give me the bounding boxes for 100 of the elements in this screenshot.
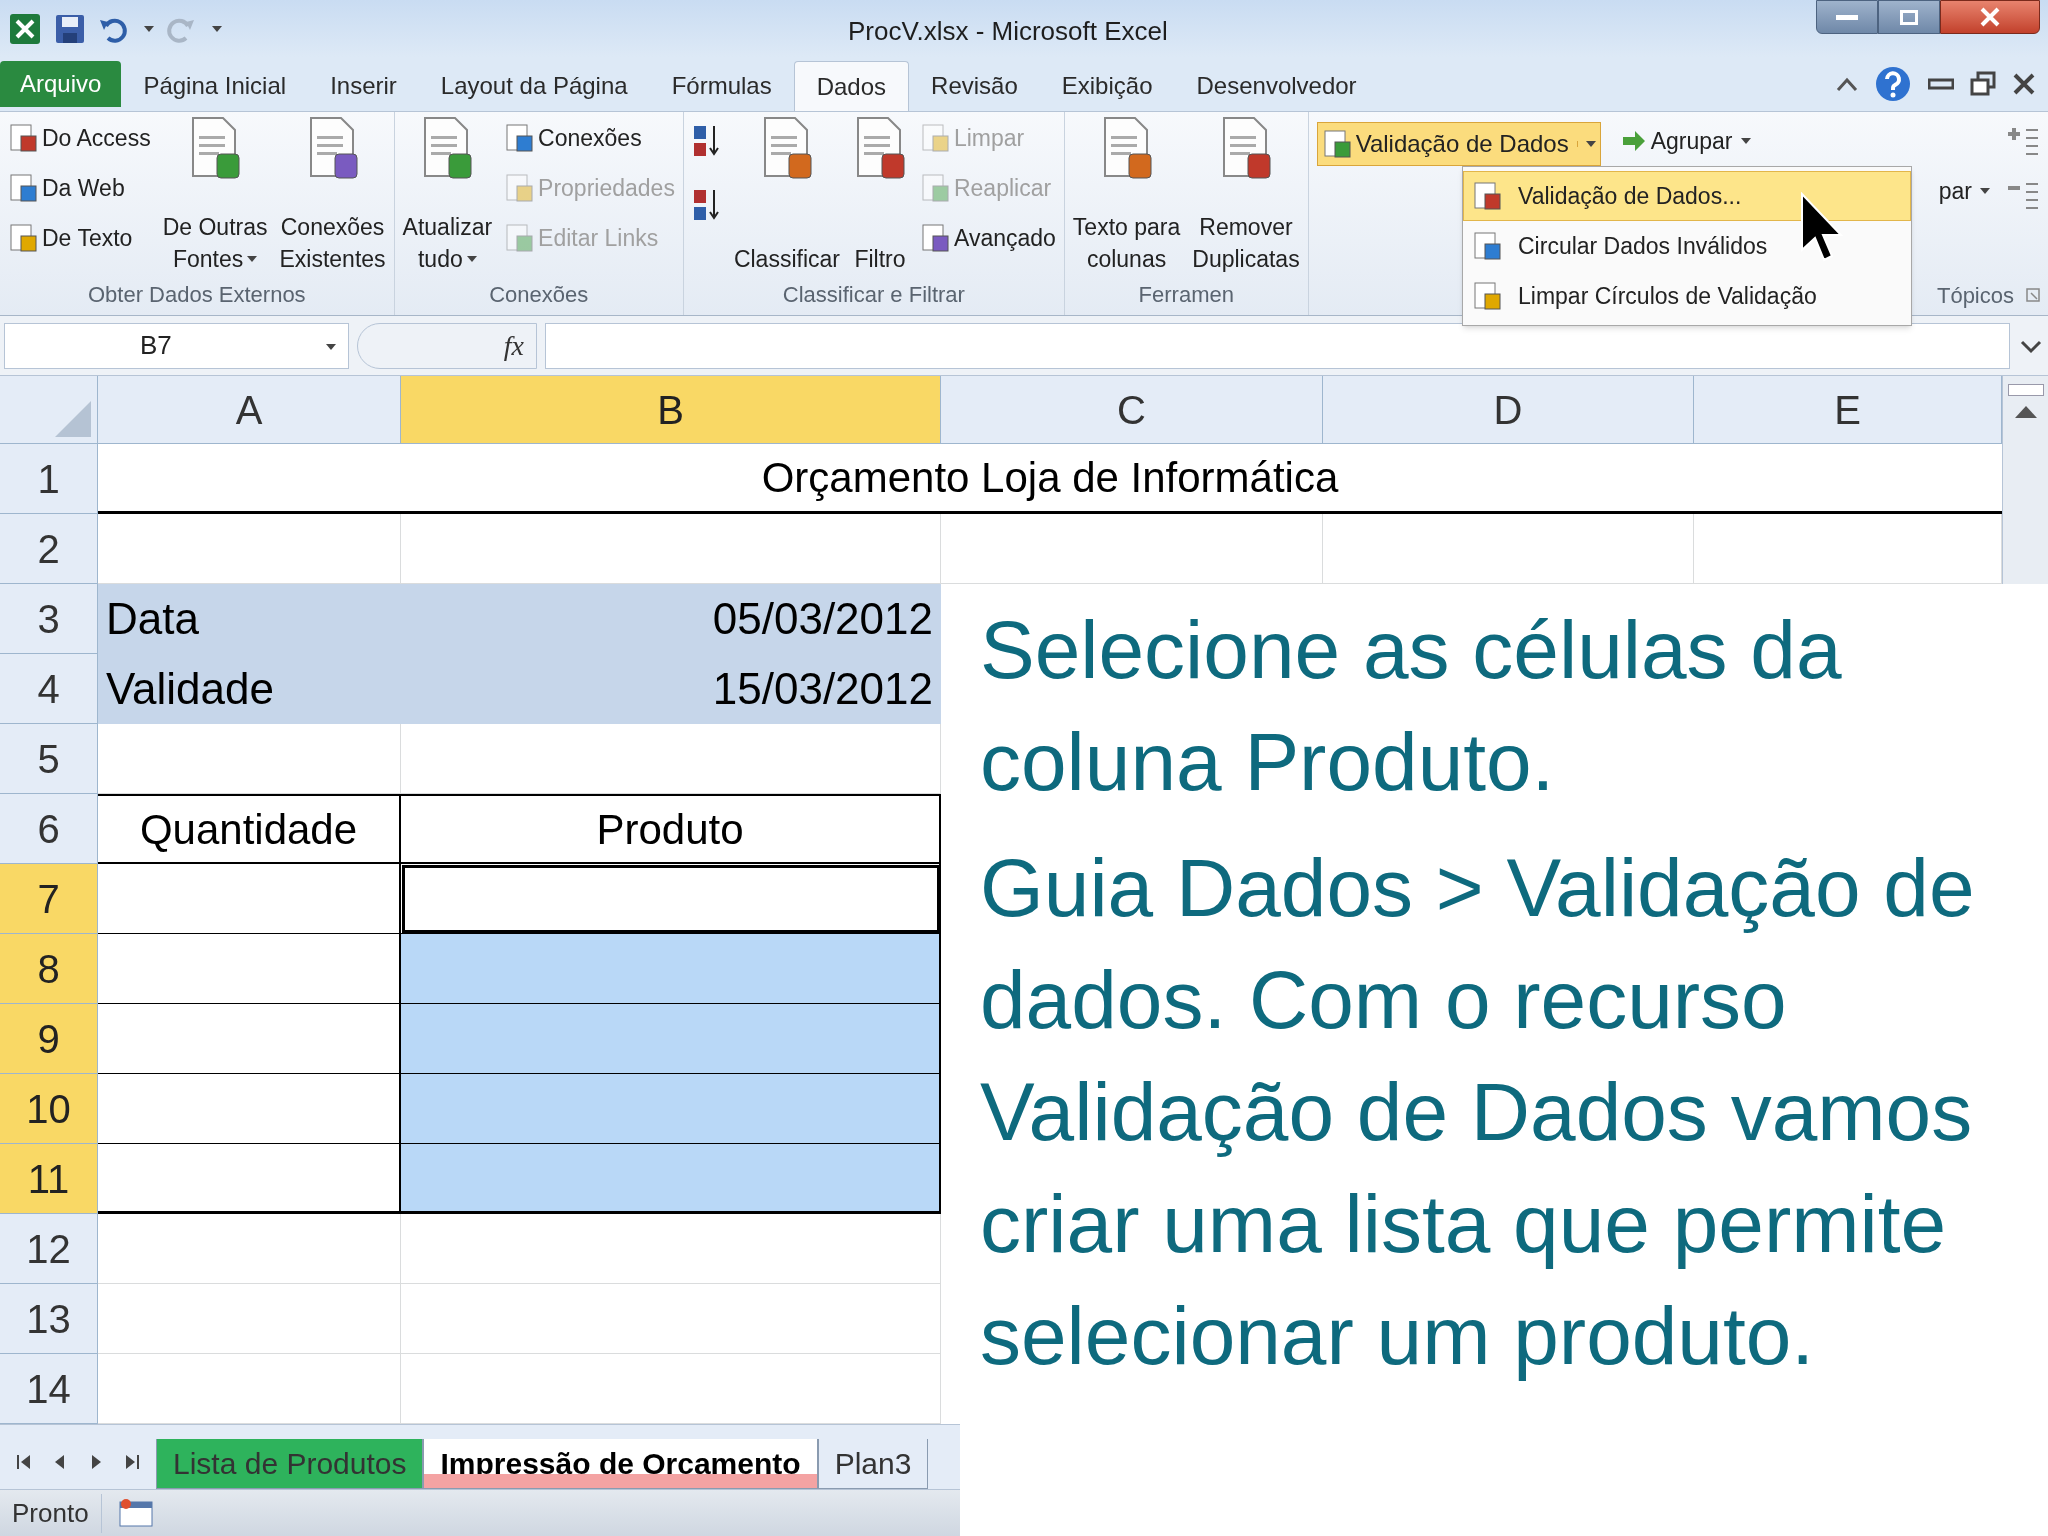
column-header[interactable]: B <box>401 376 941 443</box>
show-detail-icon[interactable] <box>2006 126 2040 156</box>
last-sheet-icon[interactable] <box>124 1452 140 1471</box>
column-header[interactable]: E <box>1694 376 2002 443</box>
ribbon-button[interactable]: Avançado <box>919 216 1056 260</box>
grid-cell[interactable] <box>98 1214 401 1284</box>
group-label: Obter Dados Externos <box>86 281 307 309</box>
ribbon-tab[interactable]: Exibição <box>1039 61 1175 111</box>
document-icon <box>919 173 950 203</box>
row-header[interactable]: 4 <box>0 654 98 724</box>
ribbon-large-button[interactable]: De Outras Fontes <box>162 116 268 275</box>
column-header[interactable]: A <box>98 376 401 443</box>
grid-cell[interactable] <box>98 1284 401 1354</box>
name-box[interactable]: B7 <box>4 322 349 369</box>
save-icon[interactable] <box>54 12 86 45</box>
document-icon <box>1472 281 1502 311</box>
row-header[interactable]: 13 <box>0 1284 98 1354</box>
column-header[interactable]: D <box>1323 376 1694 443</box>
status-text: Pronto <box>0 1493 102 1533</box>
macro-record-icon[interactable] <box>117 1498 154 1528</box>
row-header[interactable]: 6 <box>0 794 98 864</box>
document-icon <box>8 123 38 153</box>
grid-cell[interactable] <box>401 724 941 794</box>
ribbon-button[interactable]: par <box>1938 172 1990 210</box>
grid-cell[interactable] <box>401 1284 941 1354</box>
ribbon-button[interactable]: Agrupar <box>1620 122 1751 160</box>
row-header[interactable]: 2 <box>0 514 98 584</box>
row-header[interactable]: 8 <box>0 934 98 1004</box>
group-label: Conexões <box>488 281 590 309</box>
ribbon-large-button[interactable]: Classificar <box>733 116 840 275</box>
row-header[interactable]: 7 <box>0 864 98 934</box>
row-header[interactable]: 10 <box>0 1074 98 1144</box>
sheet-tab[interactable]: Lista de Produtos <box>156 1439 424 1489</box>
ribbon-button[interactable]: Conexões <box>504 116 675 160</box>
minimize-window-icon[interactable] <box>1928 77 1954 91</box>
scroll-up-icon[interactable] <box>2012 404 2039 420</box>
header-cell-text: Produto <box>596 804 744 855</box>
minimize-button[interactable] <box>1816 0 1878 34</box>
row-header[interactable]: 12 <box>0 1214 98 1284</box>
restore-window-icon[interactable] <box>1970 71 1996 97</box>
title-cell: Orçamento Loja de Informática <box>98 444 2002 514</box>
ribbon-button[interactable]: De Texto <box>8 216 151 260</box>
close-window-icon[interactable] <box>2012 72 2036 96</box>
group-label: Tópicos <box>1936 281 2014 310</box>
row-header[interactable]: 11 <box>0 1144 98 1214</box>
excel-logo-icon <box>8 11 42 46</box>
row-header[interactable]: 9 <box>0 1004 98 1074</box>
row-header[interactable]: 1 <box>0 444 98 514</box>
customize-caret-icon <box>212 25 222 32</box>
dropdown-caret-icon <box>144 25 154 32</box>
document-icon <box>504 123 535 153</box>
row-header[interactable]: 5 <box>0 724 98 794</box>
ribbon-tab[interactable]: Layout da Página <box>418 61 650 111</box>
dialog-launcher-icon[interactable] <box>2026 288 2040 302</box>
table-cell[interactable] <box>401 934 941 1004</box>
grid-cell[interactable] <box>98 724 401 794</box>
ribbon-tab[interactable]: Página Inicial <box>121 61 309 111</box>
ribbon-tab[interactable]: Fórmulas <box>649 61 794 111</box>
minimize-ribbon-icon[interactable] <box>1836 76 1858 92</box>
ribbon-large-button[interactable]: Atualizar tudo <box>402 116 493 275</box>
ribbon-tab[interactable]: Revisão <box>909 61 1040 111</box>
column-header[interactable]: C <box>941 376 1323 443</box>
help-icon[interactable] <box>1874 65 1912 103</box>
formula-input[interactable] <box>545 322 2010 369</box>
group-label: Classificar e Filtrar <box>781 281 966 309</box>
ribbon-tab[interactable]: Dados <box>793 61 910 111</box>
label-cell-text: Data <box>106 593 199 645</box>
row-header[interactable]: 3 <box>0 584 98 654</box>
document-icon <box>8 223 38 253</box>
table-cell[interactable] <box>401 1074 941 1144</box>
ribbon-tab[interactable]: Inserir <box>308 61 419 111</box>
hide-detail-icon[interactable] <box>2006 180 2040 210</box>
menu-item[interactable]: Limpar Círculos de Validação <box>1463 271 1911 321</box>
table-cell[interactable] <box>401 1004 941 1074</box>
close-button[interactable] <box>1940 0 2040 34</box>
ribbon-large-button[interactable]: Conexões Existentes <box>279 116 386 275</box>
table-cell[interactable] <box>401 864 941 934</box>
document-icon <box>1321 129 1352 159</box>
ribbon-button[interactable]: Do Access <box>8 116 151 160</box>
ribbon-large-button[interactable]: Filtro <box>851 116 908 275</box>
ribbon-tab[interactable]: Desenvolvedor <box>1174 61 1379 111</box>
document-icon <box>919 123 950 153</box>
maximize-button[interactable] <box>1878 0 1940 34</box>
ribbon-button[interactable]: Da Web <box>8 166 151 210</box>
menu-item[interactable]: Validação de Dados... <box>1463 171 1911 221</box>
window-title: ProcV.xlsx - Microsoft Excel <box>848 15 1168 48</box>
caret-icon <box>1585 141 1596 147</box>
first-sheet-icon[interactable] <box>16 1452 32 1471</box>
table-cell[interactable] <box>401 1144 941 1214</box>
document-icon <box>919 223 950 253</box>
split-box[interactable] <box>2007 384 2044 396</box>
row-header[interactable]: 14 <box>0 1354 98 1424</box>
grid-cell[interactable] <box>401 1214 941 1284</box>
dropdown-caret-icon <box>326 344 336 351</box>
file-tab[interactable]: Arquivo <box>0 61 122 107</box>
ribbon-large-button[interactable]: Remover Duplicatas <box>1192 116 1300 275</box>
header-cell-text: Quantidade <box>139 804 358 855</box>
ribbon-large-button[interactable]: Texto para colunas <box>1072 116 1181 275</box>
sheet-tab[interactable]: Impressão de Orçamento <box>423 1439 818 1489</box>
data-validation-button[interactable]: Validação de Dados <box>1316 122 1601 166</box>
